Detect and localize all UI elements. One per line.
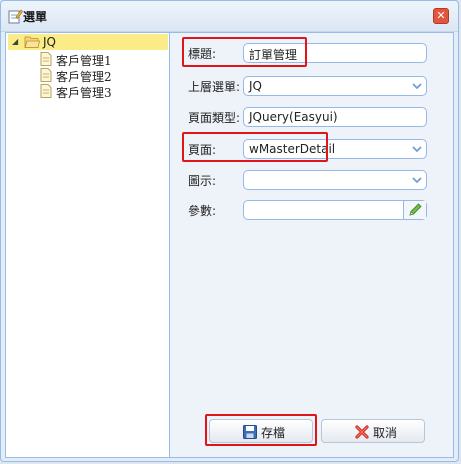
cancel-button[interactable]: 取消 (321, 419, 425, 443)
chevron-down-icon[interactable] (408, 77, 426, 95)
edit-document-icon (8, 9, 23, 24)
cancel-icon (355, 425, 369, 439)
collapse-arrow-icon[interactable]: ◢ (12, 37, 18, 46)
tree-node[interactable]: 客戶管理1 (40, 51, 168, 68)
tree-node-root[interactable]: ◢ JQ (8, 34, 168, 50)
dialog-title: 選單 (23, 10, 48, 24)
highlight-box (182, 37, 307, 67)
parent-menu-label: 上層選單: (188, 80, 241, 94)
icon-select[interactable] (243, 170, 427, 190)
file-icon (40, 52, 52, 66)
tree-node[interactable]: 客戶管理3 (40, 83, 168, 100)
param-input[interactable] (243, 200, 427, 220)
chevron-down-icon[interactable] (408, 140, 426, 158)
close-icon: ✕ (436, 9, 446, 22)
tree-node[interactable]: 客戶管理2 (40, 67, 168, 84)
tree-root-label: JQ (43, 35, 56, 49)
edit-param-button[interactable] (403, 201, 426, 219)
dialog-body: ◢ JQ 客戶管理1 客戶管理2 客戶管理3 標題: 訂單管理 上層選單: JQ… (5, 32, 454, 458)
page-type-label: 頁面類型: (188, 111, 241, 125)
page-type-input[interactable]: JQuery(Easyui) (243, 107, 427, 127)
parent-menu-select[interactable]: JQ (243, 76, 427, 96)
close-button[interactable]: ✕ (433, 8, 449, 24)
menu-form: 標題: 訂單管理 上層選單: JQ 頁面類型: JQuery(Easyui) 頁… (170, 33, 453, 457)
file-icon (40, 68, 52, 82)
cancel-button-label: 取消 (373, 426, 398, 440)
tree-node-label: 客戶管理3 (56, 86, 112, 100)
pencil-icon (409, 203, 422, 216)
highlight-box (205, 414, 317, 446)
menu-tree: ◢ JQ 客戶管理1 客戶管理2 客戶管理3 (6, 33, 170, 457)
chevron-down-icon[interactable] (408, 171, 426, 189)
dialog-titlebar: 選單 ✕ (1, 1, 458, 32)
highlight-box (182, 132, 328, 162)
file-icon (40, 84, 52, 98)
menu-dialog: 選單 ✕ ◢ JQ 客戶管理1 客戶管理2 客戶管理3 標題: 訂單管理 上層選… (0, 0, 459, 462)
folder-open-icon (24, 36, 40, 48)
page-type-value: JQuery(Easyui) (249, 110, 338, 124)
parent-menu-value: JQ (249, 79, 262, 93)
icon-label: 圖示: (188, 174, 217, 188)
param-label: 參數: (188, 204, 217, 218)
